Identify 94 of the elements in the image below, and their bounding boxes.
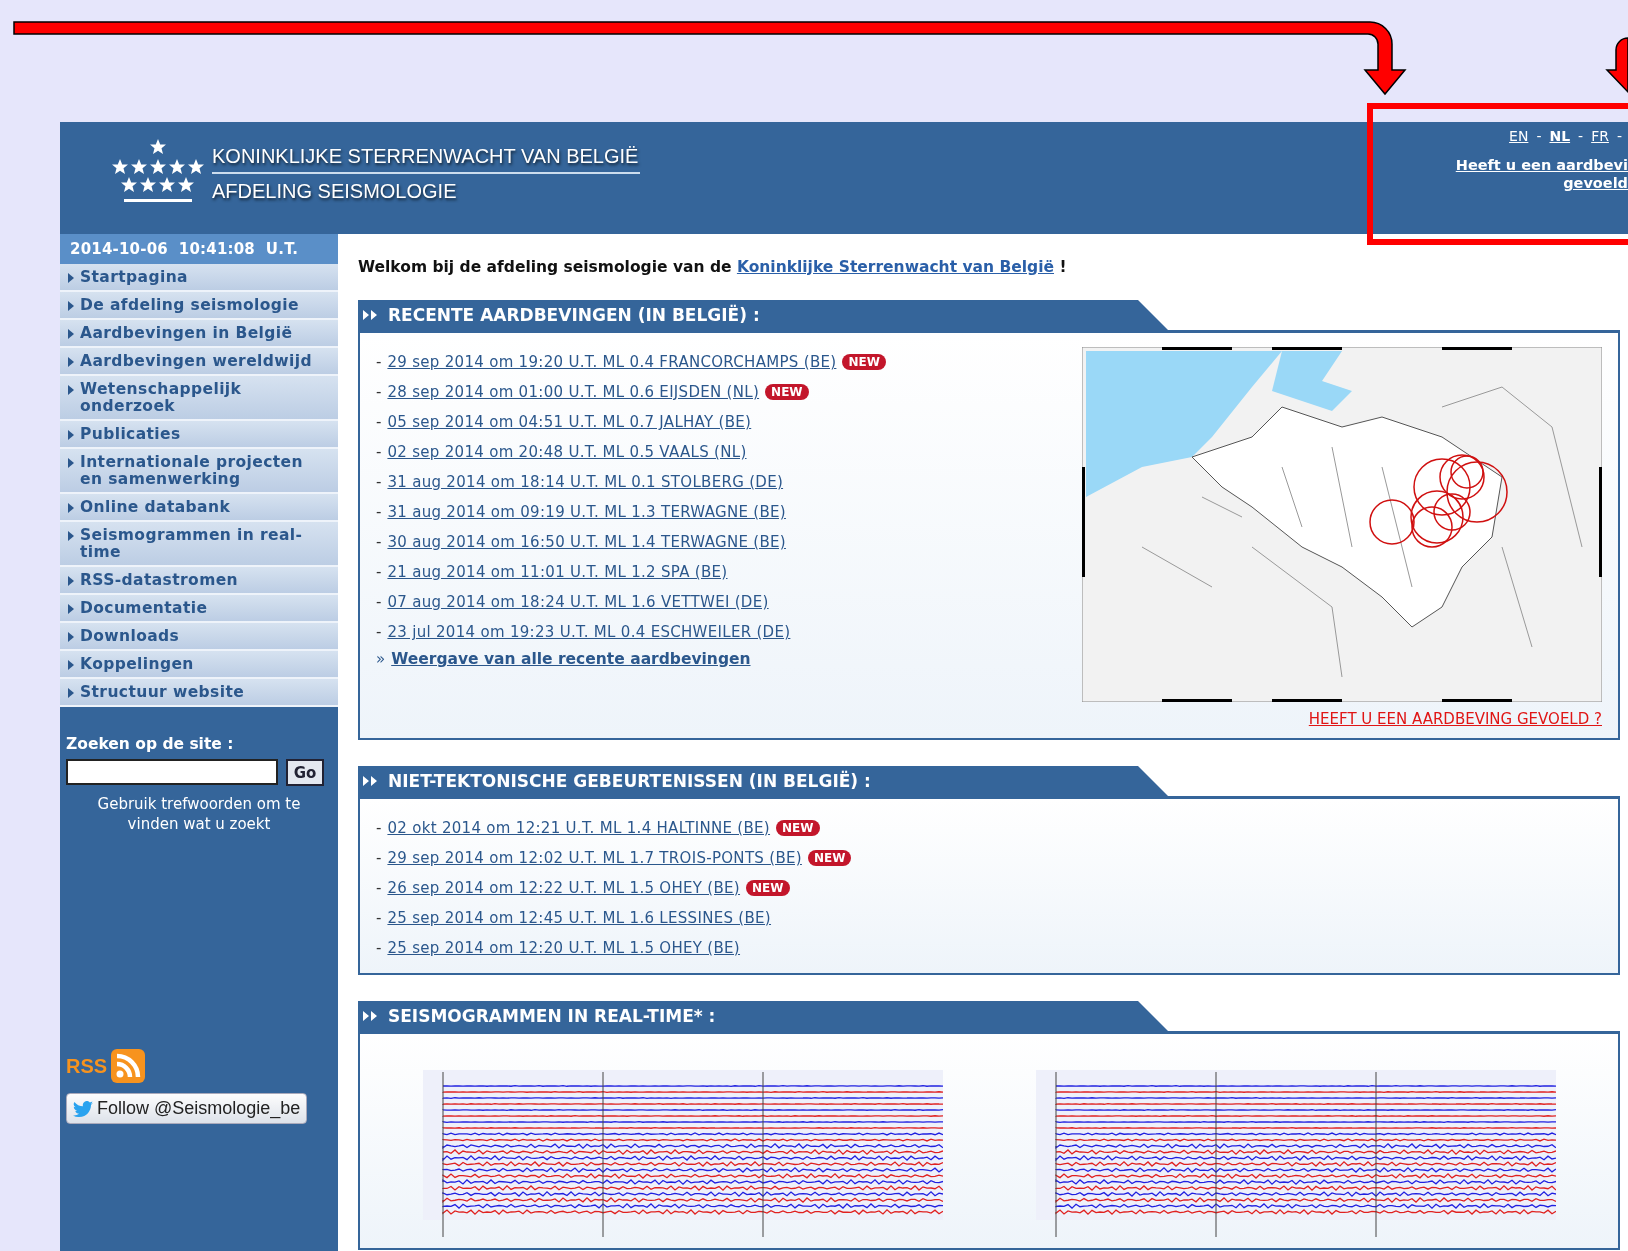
new-badge: NEW [842, 354, 886, 370]
language-separator: - [1616, 128, 1622, 144]
sidebar-link[interactable]: Downloads [60, 623, 338, 651]
more-marker: » [376, 650, 386, 668]
new-badge: NEW [746, 880, 790, 896]
sidebar-link[interactable]: Seismogrammen in real-time [60, 522, 338, 567]
sidebar-link[interactable]: Online databank [60, 494, 338, 522]
list-dash: - [376, 849, 382, 867]
earthquake-link[interactable]: 29 sep 2014 om 12:02 U.T. ML 1.7 TROIS-PONTS (BE) [387, 849, 802, 867]
triangle-icon [68, 458, 74, 468]
list-dash: - [376, 503, 382, 521]
observatory-link[interactable]: Koninklijke Sterrenwacht van België [736, 258, 1054, 276]
triangle-icon [68, 660, 74, 670]
section-header: SEISMOGRAMMEN IN REAL-TIME* : [358, 1001, 1168, 1031]
language-link[interactable]: NL [1549, 128, 1571, 144]
map-drawing[interactable] [1082, 347, 1602, 702]
go-button[interactable]: Go [286, 759, 324, 786]
earthquake-link[interactable]: 07 aug 2014 om 18:24 U.T. ML 1.6 VETTWEI (DE) [387, 593, 769, 611]
list-dash: - [376, 819, 382, 837]
triangle-icon [68, 632, 74, 642]
triangle-icon [68, 385, 74, 395]
language-link[interactable]: FR [1591, 128, 1609, 144]
earthquake-link[interactable]: 21 aug 2014 om 11:01 U.T. ML 1.2 SPA (BE) [387, 563, 728, 581]
triangle-icon [68, 688, 74, 698]
new-badge: NEW [765, 384, 809, 400]
triangle-icon [68, 273, 74, 283]
department-name: AFDELING SEISMOLOGIE [212, 179, 458, 203]
sidebar-link[interactable]: Koppelingen [60, 651, 338, 679]
language-separator: - [1536, 128, 1542, 144]
all-earthquakes-link[interactable]: Weergave van alle recente aardbevingen [391, 650, 751, 668]
sidebar-link[interactable]: Startpagina [60, 264, 338, 292]
seismogram-drawing[interactable] [422, 1068, 943, 1238]
triangle-icon [68, 604, 74, 614]
new-badge: NEW [807, 850, 852, 866]
sidebar-link[interactable]: Publicaties [60, 421, 338, 449]
search-field[interactable] [66, 759, 278, 785]
triangle-icon [68, 301, 74, 311]
institute-name: KONINKLIJKE STERRENWACHT VAN BELGIË [212, 145, 641, 174]
triangle-icon [68, 531, 74, 541]
earthquake-link[interactable]: 26 sep 2014 om 12:22 U.T. ML 1.5 OHEY (BE) [387, 879, 741, 897]
rss-icon [111, 1049, 146, 1083]
sidebar-link[interactable]: Aardbevingen in België [60, 320, 338, 348]
rss-label: RSS [66, 1054, 108, 1078]
language-separator: - [1578, 128, 1584, 144]
earthquake-link[interactable]: 25 sep 2014 om 12:45 U.T. ML 1.6 LESSINES (BE) [387, 909, 772, 927]
earthquake-link[interactable]: 29 sep 2014 om 19:20 U.T. ML 0.4 FRANCORCHAMPS (BE) [387, 353, 837, 371]
sidebar-link[interactable]: De afdeling seismologie [60, 292, 338, 320]
triangle-icon [68, 430, 74, 440]
language-link[interactable]: EN [1509, 128, 1529, 144]
seismogram-drawing[interactable] [1035, 1068, 1556, 1238]
felt-report-link[interactable]: gevoeld [1563, 174, 1628, 192]
section-header: RECENTE AARDBEVINGEN (IN BELGIË) : [358, 300, 1168, 330]
sidebar-link[interactable]: Internationale projecten en samenwerking [60, 449, 338, 494]
earthquake-link[interactable]: 30 aug 2014 om 16:50 U.T. ML 1.4 TERWAGNE (BE) [387, 533, 786, 551]
list-dash: - [376, 593, 382, 611]
earthquake-link[interactable]: 28 sep 2014 om 01:00 U.T. ML 0.6 EIJSDEN (NL) [387, 383, 760, 401]
list-dash: - [376, 413, 382, 431]
welcome-text: Welkom bij de afdeling seismologie van de Koninklijke Sterrenwacht van België ! [358, 258, 1068, 276]
triangle-icon [68, 503, 74, 513]
felt-report-link[interactable]: Heeft u een aardbevi [1455, 156, 1628, 174]
sidebar-link[interactable]: Documentatie [60, 595, 338, 623]
earthquake-link[interactable]: 25 sep 2014 om 12:20 U.T. ML 1.5 OHEY (BE) [387, 939, 741, 957]
list-dash: - [376, 563, 382, 581]
list-dash: - [376, 623, 382, 641]
list-dash: - [376, 383, 382, 401]
list-dash: - [376, 909, 382, 927]
list-dash: - [376, 533, 382, 551]
earthquake-link[interactable]: 31 aug 2014 om 09:19 U.T. ML 1.3 TERWAGNE (BE) [387, 503, 786, 521]
triangle-icon [68, 357, 74, 367]
sidebar-link[interactable]: Structuur website [60, 679, 338, 707]
follow-button[interactable]: Follow @Seismologie_be [66, 1093, 308, 1124]
list-dash: - [376, 443, 382, 461]
triangle-icon [68, 329, 74, 339]
search-hint: Gebruik trefwoorden om te vinden wat u zoekt [96, 794, 302, 834]
earthquake-link[interactable]: 31 aug 2014 om 18:14 U.T. ML 0.1 STOLBERG (DE) [387, 473, 784, 491]
felt-earthquake-link[interactable]: HEEFT U EEN AARDBEVING GEVOELD ? [1308, 710, 1602, 728]
list-dash: - [376, 353, 382, 371]
search-label: Zoeken op de site : [66, 735, 235, 753]
triangle-icon [68, 576, 74, 586]
new-badge: NEW [776, 820, 820, 836]
earthquake-link[interactable]: 02 okt 2014 om 12:21 U.T. ML 1.4 HALTINNE (BE) [387, 819, 771, 837]
section-header: NIET-TEKTONISCHE GEBEURTENISSEN (IN BELGIË) : [358, 766, 1168, 796]
earthquake-link[interactable]: 02 sep 2014 om 20:48 U.T. ML 0.5 VAALS (NL) [387, 443, 747, 461]
bird-icon [73, 1100, 93, 1117]
earthquake-link[interactable]: 23 jul 2014 om 19:23 U.T. ML 0.4 ESCHWEILER (DE) [387, 623, 791, 641]
earthquake-link[interactable]: 05 sep 2014 om 04:51 U.T. ML 0.7 JALHAY (BE) [387, 413, 752, 431]
sidebar-link[interactable]: RSS-datastromen [60, 567, 338, 595]
date-time: 2014-10-06 10:41:08 U.T. [60, 234, 338, 264]
list-dash: - [376, 473, 382, 491]
list-dash: - [376, 879, 382, 897]
sidebar-link[interactable]: Wetenschappelijk onderzoek [60, 376, 338, 421]
annotation-arrow [1606, 37, 1628, 93]
sidebar-link[interactable]: Aardbevingen wereldwijd [60, 348, 338, 376]
list-dash: - [376, 939, 382, 957]
